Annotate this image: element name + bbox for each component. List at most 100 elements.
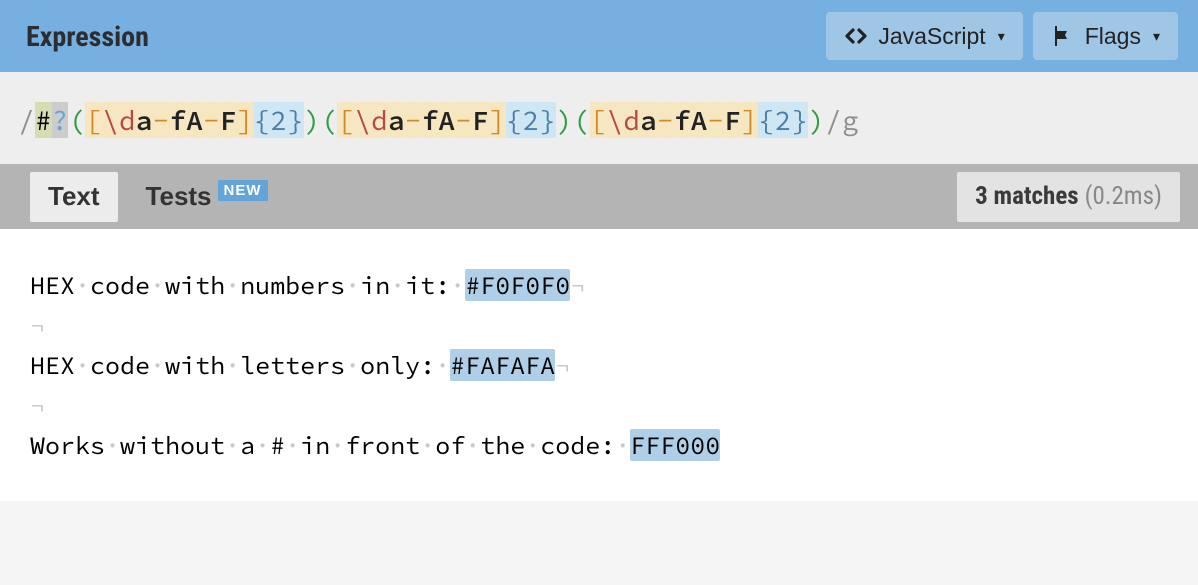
match-time-label: (0.2ms) [1085,182,1162,211]
regex-group-close: ) [808,102,825,138]
regex-range: - [707,102,724,138]
whitespace-dot-icon: · [330,429,345,461]
regex-quant-open: { [506,102,523,138]
whitespace-dot-icon: · [150,349,165,381]
regex-literal: f [674,102,691,138]
whitespace-dot-icon: · [450,269,465,301]
whitespace-dot-icon: · [225,349,240,381]
regex-quant-num: 2 [522,102,539,138]
text-word: the [480,429,525,461]
whitespace-dot-icon: · [255,429,270,461]
regex-escape: \d [354,102,388,138]
whitespace-dot-icon: · [75,269,90,301]
text-word: only: [360,349,435,381]
regex-open-delim: / [18,102,35,138]
regex-literal: f [421,102,438,138]
chevron-down-icon: ▾ [1153,28,1160,45]
regex-literal: a [640,102,657,138]
whitespace-dot-icon: · [465,429,480,461]
flavor-button[interactable]: JavaScript ▾ [826,12,1022,60]
regex-escape: \d [606,102,640,138]
flag-icon [1051,24,1075,48]
tab-text-label: Text [48,181,100,212]
regex-quant-close: } [791,102,808,138]
regex-quant-close: } [539,102,556,138]
regex-group-open: ( [321,102,338,138]
regex-range: - [203,102,220,138]
new-badge: NEW [218,180,268,201]
whitespace-dot-icon: · [345,269,360,301]
regex-set-close: ] [741,102,758,138]
tab-tests[interactable]: Tests NEW [128,172,286,222]
text-line: ¬ [30,305,1168,345]
text-word: a [240,429,255,461]
text-word: of [435,429,465,461]
text-word: code [90,349,150,381]
regex-literal: f [169,102,186,138]
text-word: letters [240,349,345,381]
regex-literal: a [388,102,405,138]
whitespace-dot-icon: · [75,349,90,381]
expression-area: /#?([\da-fA-F]{2})([\da-fA-F]{2})([\da-f… [0,72,1198,164]
flags-button[interactable]: Flags ▾ [1033,12,1178,60]
code-icon [844,24,868,48]
text-word: # [270,429,285,461]
eol-icon: ¬ [30,309,45,341]
regex-quant-open: { [758,102,775,138]
regex-group-open: ( [68,102,85,138]
whitespace-dot-icon: · [345,349,360,381]
tabs-row: Text Tests NEW 3 matches (0.2ms) [0,164,1198,229]
regex-set-close: ] [489,102,506,138]
text-input[interactable]: HEX·code·with·numbers·in·it:·#F0F0F0¬¬HE… [0,229,1198,501]
expression-input[interactable]: /#?([\da-fA-F]{2})([\da-fA-F]{2})([\da-f… [18,102,1180,138]
eol-icon: ¬ [555,349,570,381]
regex-range: - [455,102,472,138]
whitespace-dot-icon: · [225,429,240,461]
regex-literal: F [220,102,237,138]
whitespace-dot-icon: · [105,429,120,461]
text-line: Works·without·a·#·in·front·of·the·code:·… [30,425,1168,465]
regex-literal: F [724,102,741,138]
regex-range: - [405,102,422,138]
whitespace-dot-icon: · [435,349,450,381]
text-word: in [300,429,330,461]
flavor-label: JavaScript [878,23,985,50]
text-word: Works [30,429,105,461]
match-count-label: 3 matches [975,182,1079,211]
page-title: Expression [26,20,149,53]
whitespace-dot-icon: · [615,429,630,461]
text-word: HEX [30,269,75,301]
text-word: in [360,269,390,301]
text-word: code: [540,429,615,461]
text-word: HEX [30,349,75,381]
whitespace-dot-icon: · [225,269,240,301]
tab-text[interactable]: Text [30,172,118,222]
regex-flags: g [842,102,859,138]
regex-group-open: ( [573,102,590,138]
regex-quant-num: 2 [775,102,792,138]
text-word: with [165,269,225,301]
regex-literal: A [690,102,707,138]
regex-group-close: ) [304,102,321,138]
match-count: 3 matches (0.2ms) [957,172,1180,222]
text-word: numbers [240,269,345,301]
whitespace-dot-icon: · [420,429,435,461]
regex-match: FFF000 [630,429,720,461]
text-line: ¬ [30,385,1168,425]
regex-set-close: ] [237,102,254,138]
regex-set-open: [ [337,102,354,138]
header-bar: Expression JavaScript ▾ Flags ▾ [0,0,1198,72]
header-buttons: JavaScript ▾ Flags ▾ [826,12,1178,60]
regex-literal: a [136,102,153,138]
regex-quant-close: } [287,102,304,138]
regex-escape: \d [102,102,136,138]
regex-range: - [657,102,674,138]
regex-literal: A [438,102,455,138]
regex-literal: # [35,102,52,138]
flags-label: Flags [1085,23,1141,50]
whitespace-dot-icon: · [285,429,300,461]
regex-literal: F [472,102,489,138]
text-word: code [90,269,150,301]
chevron-down-icon: ▾ [998,28,1005,45]
regex-set-open: [ [85,102,102,138]
